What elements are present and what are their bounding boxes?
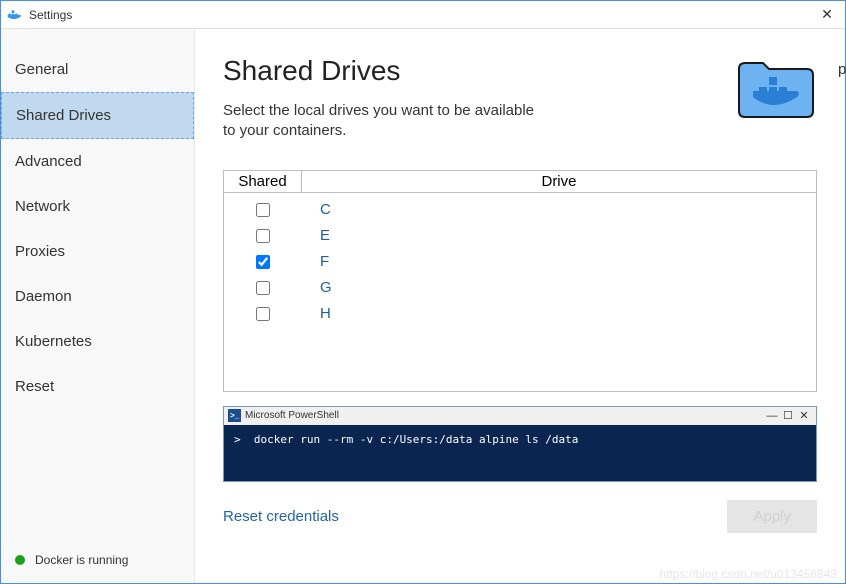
reset-credentials-link[interactable]: Reset credentials bbox=[223, 508, 339, 525]
drive-row: C bbox=[224, 197, 816, 223]
settings-window: Settings ✕ General Shared Drives Advance… bbox=[0, 0, 846, 584]
drive-row: F bbox=[224, 249, 816, 275]
drive-h-checkbox[interactable] bbox=[256, 307, 270, 321]
drive-row: G bbox=[224, 275, 816, 301]
titlebar: Settings ✕ bbox=[1, 1, 845, 29]
page-description: Select the local drives you want to be a… bbox=[223, 101, 543, 142]
drive-row: H bbox=[224, 301, 816, 327]
sidebar-item-reset[interactable]: Reset bbox=[1, 364, 194, 409]
sidebar: General Shared Drives Advanced Network P… bbox=[1, 29, 195, 583]
ps-maximize-button[interactable]: ☐ bbox=[780, 409, 796, 422]
drive-c-checkbox[interactable] bbox=[256, 203, 270, 217]
sidebar-item-label: Proxies bbox=[15, 243, 65, 260]
drive-label[interactable]: H bbox=[302, 305, 816, 322]
sidebar-item-label: Daemon bbox=[15, 288, 72, 305]
shared-drives-folder-icon bbox=[733, 55, 817, 123]
main-panel: Shared Drives Select the local drives yo… bbox=[195, 29, 845, 583]
sidebar-item-network[interactable]: Network bbox=[1, 184, 194, 229]
powershell-command: > docker run --rm -v c:/Users:/data alpi… bbox=[224, 425, 816, 481]
sidebar-item-label: Kubernetes bbox=[15, 333, 92, 350]
bottom-bar: Reset credentials Apply bbox=[223, 500, 817, 533]
sidebar-item-label: Advanced bbox=[15, 153, 82, 170]
ps-close-button[interactable]: ✕ bbox=[796, 409, 812, 422]
sidebar-item-shared-drives[interactable]: Shared Drives bbox=[1, 92, 194, 139]
sidebar-item-label: Shared Drives bbox=[16, 107, 111, 124]
apply-button[interactable]: Apply bbox=[727, 500, 817, 533]
cropped-adjacent-window: p bbox=[838, 61, 846, 78]
drive-g-checkbox[interactable] bbox=[256, 281, 270, 295]
drive-row: E bbox=[224, 223, 816, 249]
docker-whale-icon bbox=[7, 7, 23, 23]
sidebar-item-proxies[interactable]: Proxies bbox=[1, 229, 194, 274]
drives-table-header: Shared Drive bbox=[224, 171, 816, 193]
status-text: Docker is running bbox=[35, 553, 128, 567]
sidebar-item-kubernetes[interactable]: Kubernetes bbox=[1, 319, 194, 364]
status-running-icon bbox=[15, 555, 25, 565]
col-header-shared: Shared bbox=[224, 171, 302, 192]
sidebar-item-advanced[interactable]: Advanced bbox=[1, 139, 194, 184]
drive-label[interactable]: C bbox=[302, 201, 816, 218]
page-title: Shared Drives bbox=[223, 55, 733, 87]
powershell-example-panel: >_ Microsoft PowerShell — ☐ ✕ > docker r… bbox=[223, 406, 817, 482]
docker-status: Docker is running bbox=[1, 541, 194, 583]
window-title: Settings bbox=[29, 8, 72, 22]
col-header-drive: Drive bbox=[302, 171, 816, 192]
drive-label[interactable]: F bbox=[302, 253, 816, 270]
drive-e-checkbox[interactable] bbox=[256, 229, 270, 243]
drives-table: Shared Drive C E F bbox=[223, 170, 817, 392]
sidebar-item-daemon[interactable]: Daemon bbox=[1, 274, 194, 319]
sidebar-item-general[interactable]: General bbox=[1, 47, 194, 92]
powershell-titlebar: >_ Microsoft PowerShell — ☐ ✕ bbox=[224, 407, 816, 425]
ps-minimize-button[interactable]: — bbox=[764, 410, 780, 422]
drive-f-checkbox[interactable] bbox=[256, 255, 270, 269]
sidebar-item-label: General bbox=[15, 61, 68, 78]
sidebar-item-label: Reset bbox=[15, 378, 54, 395]
window-close-button[interactable]: ✕ bbox=[815, 3, 839, 27]
sidebar-item-label: Network bbox=[15, 198, 70, 215]
drive-label[interactable]: E bbox=[302, 227, 816, 244]
drive-label[interactable]: G bbox=[302, 279, 816, 296]
powershell-title: Microsoft PowerShell bbox=[245, 410, 339, 421]
powershell-icon: >_ bbox=[228, 409, 241, 422]
